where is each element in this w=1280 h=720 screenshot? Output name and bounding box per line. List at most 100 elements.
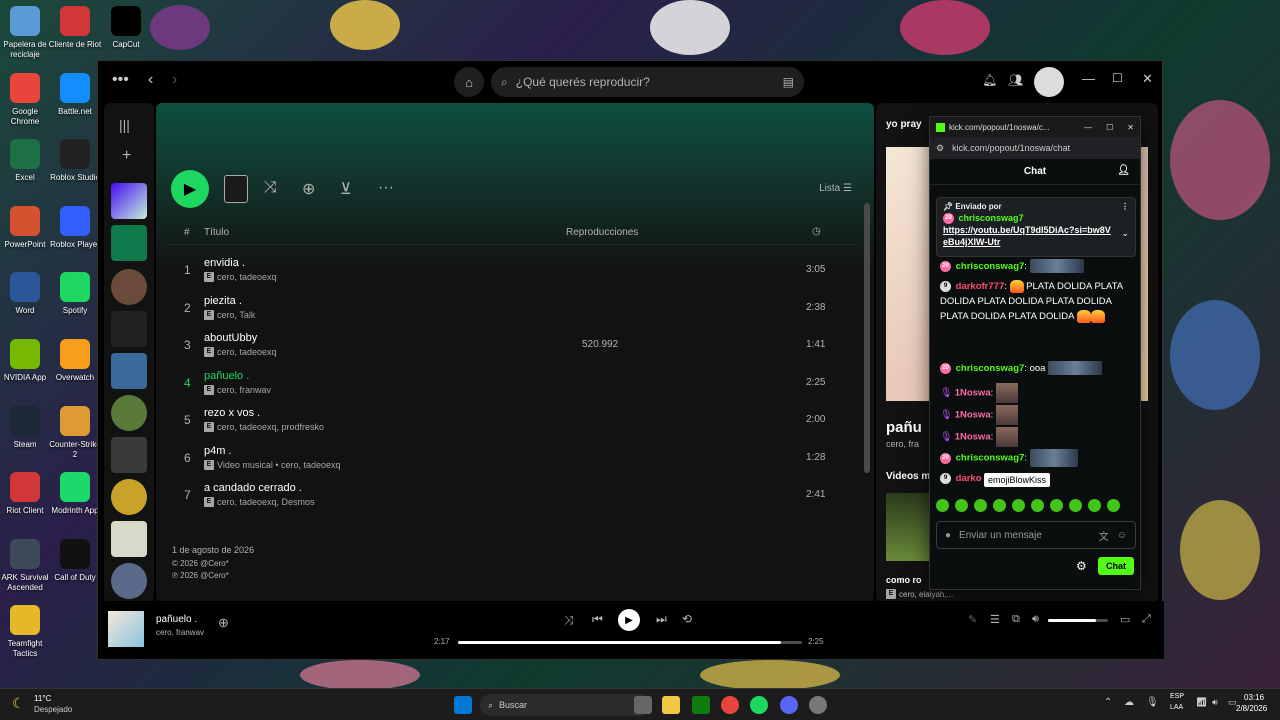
library-icon[interactable]: |||: [119, 117, 130, 133]
track-artist[interactable]: cero, tadeoexq, prodfresko: [217, 422, 324, 432]
more-options-icon[interactable]: ···: [378, 179, 394, 197]
desktop-shortcut[interactable]: Riot Client: [0, 472, 52, 516]
bell-icon[interactable]: 🔔︎: [982, 73, 997, 87]
chat-username[interactable]: chrisconswag7: [956, 363, 1025, 374]
table-row[interactable]: 4 pañuelo . Ecero, franwav 2:25: [170, 366, 856, 402]
maximize-icon[interactable]: ☐: [1112, 71, 1123, 85]
desktop-shortcut[interactable]: Steam: [0, 405, 52, 450]
mic-icon[interactable]: 🎙︎: [1146, 697, 1159, 708]
cloud-icon[interactable]: ☁: [1124, 697, 1134, 708]
site-settings-icon[interactable]: ⚙: [936, 143, 944, 154]
shuffle-icon[interactable]: ⤨: [264, 179, 277, 197]
play-button[interactable]: ▶: [171, 170, 209, 208]
add-circle-icon[interactable]: ⊕: [302, 179, 315, 199]
table-row[interactable]: 6 p4m . E Video musical • cero, tadeoexq 1:2…: [170, 441, 856, 477]
pinned-user[interactable]: chrisconswag7: [959, 213, 1024, 223]
maximize-icon[interactable]: ☐: [1106, 123, 1113, 132]
next-icon[interactable]: ⏭: [656, 612, 667, 627]
track-artist[interactable]: Video musical • cero, tadeoexq: [217, 460, 341, 470]
add-icon[interactable]: +: [122, 147, 131, 165]
library-playlist[interactable]: [111, 437, 147, 473]
liked-songs[interactable]: [111, 183, 147, 219]
track-artist[interactable]: cero, Talk: [217, 310, 255, 320]
desktop-shortcut[interactable]: Word: [0, 272, 52, 316]
emote-button[interactable]: [1069, 499, 1082, 512]
lyrics-icon[interactable]: ✎: [968, 613, 977, 626]
wifi-icon[interactable]: 📶︎: [1196, 697, 1207, 708]
table-row[interactable]: 2 piezita . Ecero, Talk 2:38: [170, 291, 856, 327]
table-row[interactable]: 7 a candado cerrado . Ecero, tadeoexq, Des…: [170, 478, 856, 514]
file-explorer-icon[interactable]: [662, 696, 680, 714]
library-artist[interactable]: [111, 269, 147, 305]
send-chat-button[interactable]: Chat: [1098, 557, 1134, 575]
track-artist[interactable]: cero, tadeoexq: [217, 272, 277, 282]
translate-icon[interactable]: 文: [1099, 528, 1109, 543]
menu-dots-icon[interactable]: •••: [112, 71, 129, 89]
xbox-icon[interactable]: [692, 696, 710, 714]
track-title[interactable]: piezita .: [204, 295, 242, 307]
desktop-shortcut[interactable]: Papelera de reciclaje: [0, 6, 52, 60]
library-artist[interactable]: [111, 395, 147, 431]
taskbar-search[interactable]: ⌕ Buscar: [480, 694, 650, 716]
clock-date[interactable]: 2/8/2026: [1236, 704, 1267, 713]
play-pause-button[interactable]: ▶: [618, 609, 640, 631]
desktop-shortcut[interactable]: Google Chrome: [0, 72, 52, 127]
forward-arrow-icon[interactable]: ›: [172, 71, 177, 89]
close-icon[interactable]: ✕: [1142, 71, 1153, 87]
track-title[interactable]: a candado cerrado .: [204, 482, 302, 494]
emote-button[interactable]: [1107, 499, 1120, 512]
lang-bottom[interactable]: LAA: [1170, 704, 1183, 711]
emote-button[interactable]: [1012, 499, 1025, 512]
emote-button[interactable]: [936, 499, 949, 512]
back-arrow-icon[interactable]: ‹: [148, 71, 153, 89]
previous-icon[interactable]: ⏮: [592, 612, 603, 627]
track-artist[interactable]: cero, tadeoexq: [217, 347, 277, 357]
home-button[interactable]: ⌂: [454, 67, 484, 97]
emote-button[interactable]: [993, 499, 1006, 512]
close-icon[interactable]: ✕: [1127, 123, 1134, 132]
track-artist[interactable]: cero, tadeoexq, Desmos: [217, 497, 315, 507]
desktop-shortcut[interactable]: Battle.net: [48, 72, 102, 117]
desktop-shortcut[interactable]: CapCut: [99, 6, 153, 50]
library-playlist[interactable]: [111, 311, 147, 347]
chat-username[interactable]: chrisconswag7: [956, 261, 1025, 272]
add-to-library-icon[interactable]: ⊕: [218, 615, 229, 631]
volume-slider[interactable]: [1048, 619, 1108, 622]
weather-desc[interactable]: Despejado: [34, 705, 72, 714]
windows-start-icon[interactable]: [454, 696, 472, 714]
desktop-shortcut[interactable]: Roblox Studio: [48, 139, 102, 183]
chat-username[interactable]: chrisconswag7: [956, 453, 1025, 464]
progress-bar[interactable]: [458, 641, 802, 644]
now-playing-cover[interactable]: [108, 611, 144, 647]
clock-time[interactable]: 03:16: [1244, 693, 1264, 702]
chevron-up-icon[interactable]: ⌃: [1104, 697, 1112, 708]
task-view-icon[interactable]: [634, 696, 652, 714]
album-cover-thumb[interactable]: [224, 175, 248, 203]
main-scrollbar[interactable]: [864, 203, 870, 473]
library-playlist[interactable]: [111, 353, 147, 389]
miniplayer-icon[interactable]: ▭: [1120, 613, 1130, 626]
friends-icon[interactable]: 👥︎: [1008, 73, 1023, 87]
view-toggle[interactable]: Lista ☰: [819, 183, 852, 194]
settings-icon[interactable]: ⚙: [1076, 559, 1087, 573]
spotify-icon[interactable]: [750, 696, 768, 714]
desktop-shortcut[interactable]: Call of Duty: [48, 538, 102, 583]
chat-username[interactable]: darkofr777: [956, 281, 1005, 292]
library-playlist[interactable]: [111, 521, 147, 557]
table-row[interactable]: 3 aboutUbby Ecero, tadeoexq 520.992 1:41: [170, 328, 856, 364]
chrome-icon[interactable]: [721, 696, 739, 714]
volume-icon[interactable]: 🔊︎: [1212, 697, 1218, 708]
desktop-shortcut[interactable]: PowerPoint: [0, 205, 52, 250]
library-artist[interactable]: [111, 563, 147, 599]
your-episodes[interactable]: [111, 225, 147, 261]
track-title[interactable]: rezo x vos .: [204, 407, 260, 419]
emote-button[interactable]: [974, 499, 987, 512]
emote-button[interactable]: [1050, 499, 1063, 512]
chat-username[interactable]: darko: [956, 473, 982, 484]
kick-url-bar[interactable]: ⚙ kick.com/popout/1noswa/chat: [930, 137, 1140, 159]
track-title[interactable]: envidia .: [204, 257, 245, 269]
table-row[interactable]: 1 envidia . Ecero, tadeoexq 3:05: [170, 253, 856, 289]
emoji-picker-icon[interactable]: ☺: [1117, 530, 1127, 541]
desktop-shortcut[interactable]: Roblox Player: [48, 205, 102, 250]
connect-device-icon[interactable]: ⧉: [1012, 613, 1020, 626]
